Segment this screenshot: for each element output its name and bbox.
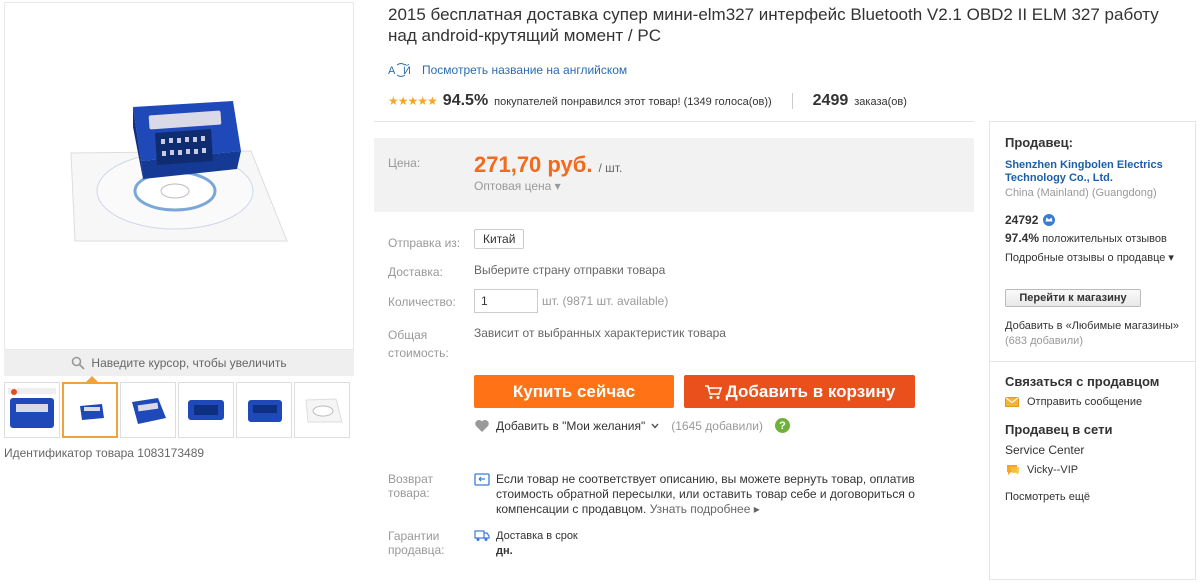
seller-location: China (Mainland) (Guangdong) [1005,187,1157,199]
translate-title-text: Посмотреть название на английском [422,63,628,77]
add-to-cart-label: Добавить в корзину [725,381,896,401]
divider [374,121,974,122]
price-label: Цена: [388,156,421,170]
delivery-label: Доставка: [388,265,443,279]
send-message-text: Отправить сообщение [1027,396,1143,408]
wishlist-count: (1645 добавили) [671,418,764,433]
learn-more-link[interactable]: Узнать подробнее ▸ [650,502,760,516]
thumbnail-3[interactable] [120,382,176,438]
translate-icon: A Й [388,63,411,77]
service-center-label: Service Center [1005,443,1085,457]
contact-seller-heading: Связаться с продавцом [1005,374,1160,389]
thumbnail-image [132,398,166,424]
guarantee-label: Гарантии продавца: [388,529,445,557]
total-label: Общая стоимость: [388,328,449,360]
vip-contact[interactable]: Vicky--VIP [1005,463,1180,477]
guarantee-text: Доставка в срок [496,530,578,542]
divider [791,93,793,109]
rating-row: ★★★★★ 94.5% покупателей понравился этот … [388,92,907,110]
return-policy: Если товар не соответствует описанию, вы… [474,472,974,517]
rating-percent: 94.5% [442,92,489,109]
zoom-hint-text: Наведите курсор, чтобы увеличить [91,356,287,370]
thumbnail-image [248,400,282,422]
total-value: Зависит от выбранных характеристик товар… [474,326,726,340]
add-to-favorite-stores-text: Добавить в «Любимые магазины» [1005,320,1179,332]
crown-badge-icon[interactable] [1042,213,1056,227]
thumbnail-image [305,398,343,423]
divider [990,361,1195,362]
thumbnail-image [188,400,224,420]
favorite-stores-count: (683 добавили) [1005,335,1083,347]
price-value: 271,70 руб. [474,152,593,177]
thumbnail-4[interactable] [178,382,234,438]
buy-now-button[interactable]: Купить сейчас [474,375,674,408]
rating-text[interactable]: покупателей понравился этот товар! (1349… [494,96,771,108]
magnifier-icon [72,356,86,370]
seller-name-link[interactable]: Shenzhen Kingbolen Electrics Technology … [1005,159,1180,185]
add-to-cart-button[interactable]: Добавить в корзину [684,375,915,408]
send-message-link[interactable]: Отправить сообщение [1005,396,1180,408]
seller-panel: Продавец: Shenzhen Kingbolen Electrics T… [989,121,1196,580]
svg-text:A: A [388,65,396,77]
detailed-reviews-link[interactable]: Подробные отзывы о продавце ▾ [1005,251,1180,265]
see-more-link[interactable]: Посмотреть ещё [1005,491,1180,503]
delivery-select[interactable]: Выберите страну отправки товара [474,263,665,277]
wishlist-row: Добавить в "Мои желания" (1645 добавили)… [474,418,791,433]
truck-icon [474,530,490,541]
positive-feedback: 97.4% положительных отзывов [1005,231,1180,247]
vip-contact-name: Vicky--VIP [1027,464,1079,476]
help-icon[interactable]: ? [775,418,791,433]
envelope-icon [1005,397,1019,407]
translate-title-link[interactable]: A Й Посмотреть название на английском [388,62,627,78]
orders-label: заказа(ов) [854,96,907,108]
thumbnail-image [8,388,56,428]
return-icon [474,473,490,486]
price-unit: / шт. [598,161,623,175]
price-box: Цена: 271,70 руб. / шт. Оптовая цена ▾ [374,138,974,212]
return-label: Возврат товара: [388,472,433,500]
product-title: 2015 бесплатная доставка супер мини-elm3… [388,5,1159,45]
seller-heading: Продавец: [1005,135,1073,150]
guarantee-unit: дн. [496,545,513,557]
rating-stars-icon: ★★★★★ [388,94,438,108]
heart-icon [475,419,489,432]
positive-feedback-pct: 97.4% [1005,231,1040,245]
product-id: Идентификатор товара 1083173489 [4,446,205,460]
add-to-favorite-stores[interactable]: Добавить в «Любимые магазины» (683 добав… [1005,319,1180,349]
seller-score-value: 24792 [1005,213,1039,227]
quantity-input[interactable] [474,289,538,313]
product-gallery: Наведите курсор, чтобы увеличить Идентиф… [4,2,354,460]
thumbnail-5[interactable] [236,382,292,438]
seller-score: 24792 [1005,213,1180,227]
thumbnail-2[interactable] [62,376,118,438]
wholesale-price-toggle[interactable]: Оптовая цена ▾ [474,179,561,193]
main-product-image[interactable] [4,2,354,350]
add-to-wishlist-link[interactable]: Добавить в "Мои желания" [496,419,645,433]
return-policy-content: Если товар не соответствует описанию, вы… [496,472,974,517]
positive-feedback-label: положительных отзывов [1042,233,1167,245]
quantity-label: Количество: [388,295,456,309]
ship-from-label: Отправка из: [388,236,461,250]
zoom-hint: Наведите курсор, чтобы увеличить [4,350,354,376]
seller-online-heading: Продавец в сети [1005,422,1113,437]
go-to-store-button[interactable]: Перейти к магазину [1005,289,1141,307]
thumbnail-strip [4,376,354,438]
thumbnail-image [80,404,104,420]
ship-from-option[interactable]: Китай [474,229,525,249]
svg-text:Й: Й [403,64,411,77]
guarantee-info: Доставка в срок дн. [474,529,578,559]
chat-icon [1007,465,1019,475]
chevron-down-icon[interactable] [651,423,659,429]
thumbnail-6[interactable] [294,382,350,438]
cart-icon [704,384,722,399]
orders-count: 2499 [812,92,849,109]
quantity-available: шт. (9871 шт. available) [542,294,669,308]
obd-adapter-image [70,101,288,242]
price: 271,70 руб. / шт. [474,152,622,178]
thumbnail-1[interactable] [4,382,60,438]
